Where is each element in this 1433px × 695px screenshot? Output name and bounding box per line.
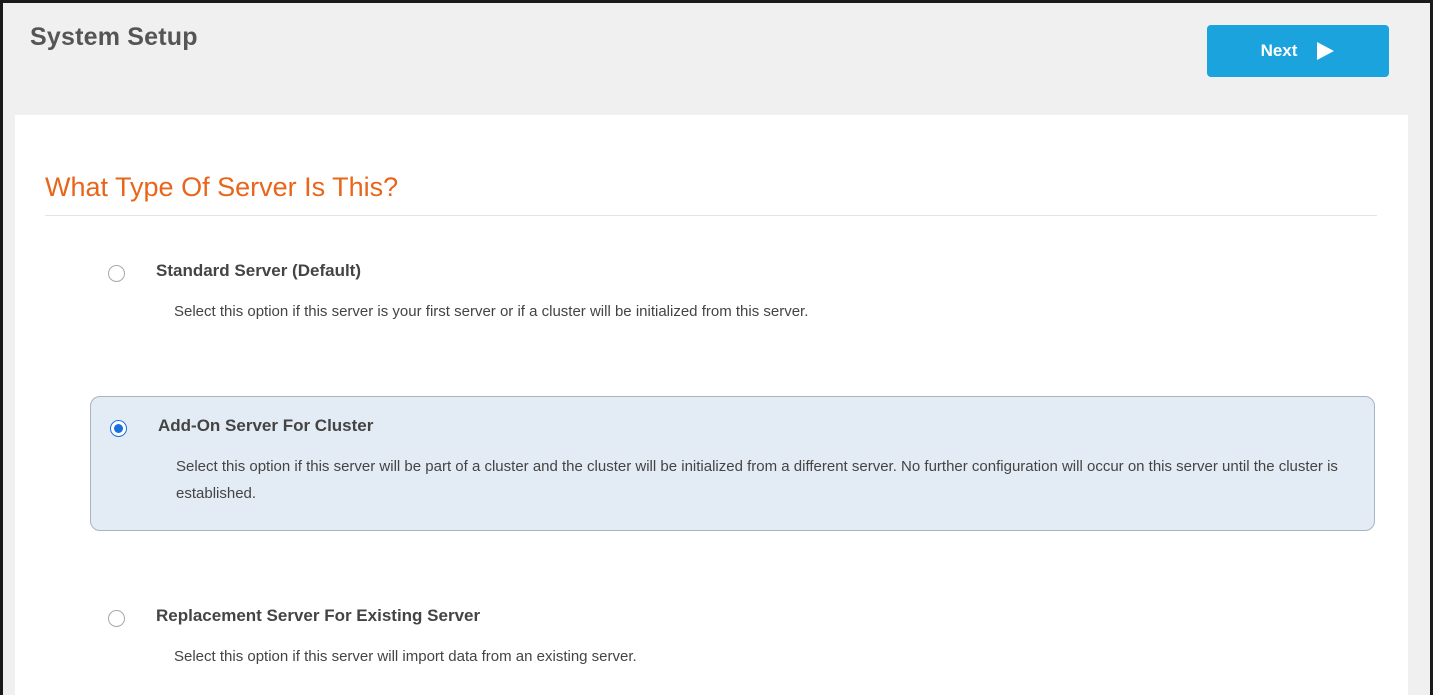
option-description: Select this option if this server will i… <box>174 648 637 665</box>
option-label: Replacement Server For Existing Server <box>156 606 481 625</box>
option-label: Standard Server (Default) <box>156 261 361 280</box>
heading-divider <box>45 215 1377 216</box>
radio-addon-server[interactable] <box>110 420 127 437</box>
option-label: Add-On Server For Cluster <box>158 416 374 435</box>
page-title: System Setup <box>30 23 198 51</box>
content-panel: What Type Of Server Is This? Standard Se… <box>15 115 1408 695</box>
next-button-label: Next <box>1260 41 1298 60</box>
option-replacement-server[interactable]: Replacement Server For Existing Server S… <box>89 590 1389 690</box>
option-description: Select this option if this server is you… <box>174 303 809 320</box>
play-arrow-icon <box>1315 41 1335 61</box>
setup-window: System Setup Next What Type Of Server Is… <box>0 0 1433 695</box>
next-button[interactable]: Next <box>1207 25 1389 77</box>
option-description: Select this option if this server will b… <box>176 458 1338 502</box>
radio-standard-server[interactable] <box>108 265 125 282</box>
option-addon-server[interactable]: Add-On Server For Cluster Select this op… <box>90 396 1375 531</box>
option-standard-server[interactable]: Standard Server (Default) Select this op… <box>89 245 1389 345</box>
header-bar: System Setup Next <box>3 3 1430 115</box>
radio-replacement-server[interactable] <box>108 610 125 627</box>
section-heading: What Type Of Server Is This? <box>45 172 399 202</box>
